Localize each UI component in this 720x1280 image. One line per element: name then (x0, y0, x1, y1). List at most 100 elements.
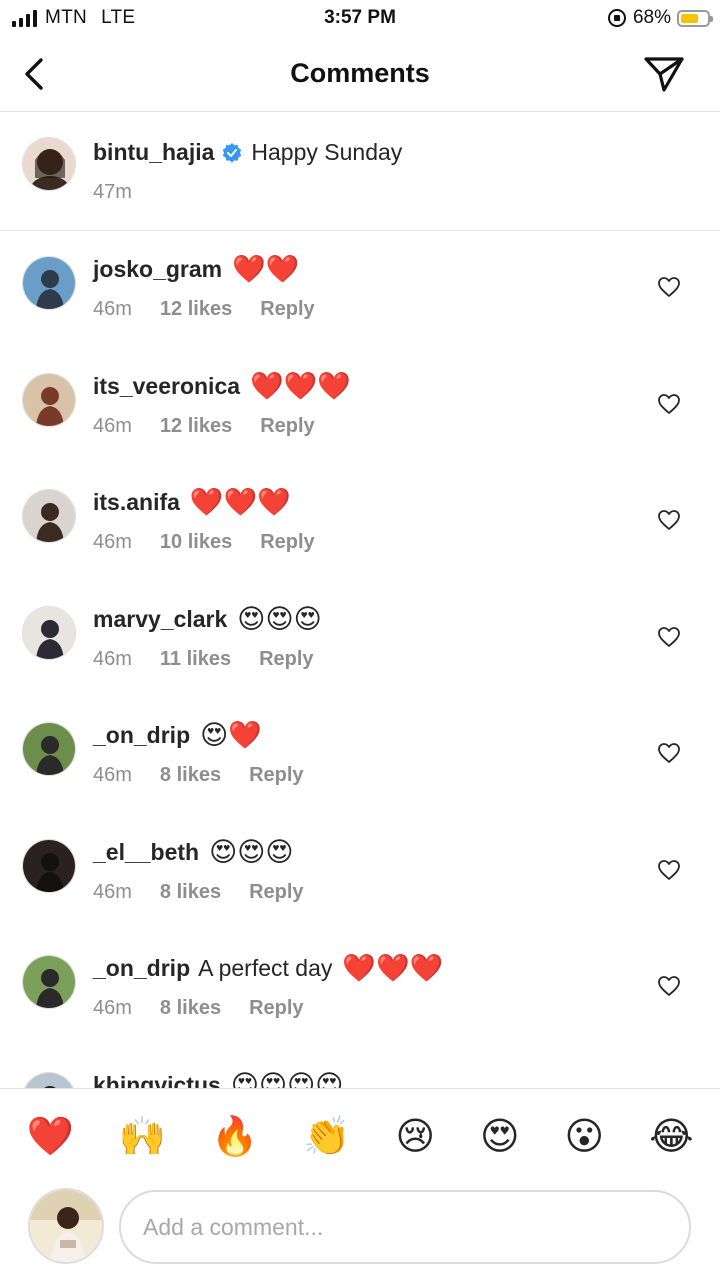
like-button[interactable] (657, 276, 683, 300)
comment-time: 46m (93, 298, 132, 320)
likes-count[interactable]: 8 likes (160, 881, 221, 903)
comment-username[interactable]: _on_drip (93, 722, 190, 749)
avatar[interactable] (22, 838, 76, 893)
laughing-emoji-button[interactable]: 😂 (649, 1118, 693, 1156)
like-button[interactable] (657, 509, 683, 533)
reply-button[interactable]: Reply (260, 531, 314, 553)
comment-composer (0, 1184, 720, 1280)
post-caption: bintu_hajia Happy Sunday 47m (0, 113, 720, 231)
comment-time: 46m (93, 531, 132, 553)
like-button[interactable] (657, 626, 683, 650)
comment-line: khingvictus 😍😍😍😍 (93, 1069, 344, 1089)
comment-username[interactable]: khingvictus (93, 1072, 221, 1089)
heart-outline-icon (658, 743, 680, 763)
battery-fill (681, 13, 698, 23)
avatar[interactable] (22, 605, 76, 660)
avatar[interactable] (22, 1071, 76, 1088)
comment-item: josko_gram ❤️❤️ 46m 12 likes Reply (0, 232, 720, 348)
comment-time: 46m (93, 647, 132, 670)
fire-emoji-button[interactable]: 🔥 (211, 1118, 258, 1156)
page-title: Comments (290, 58, 430, 88)
comment-meta: 46m 12 likes Reply (93, 298, 343, 321)
comment-emojis: 😍❤️ (200, 720, 262, 750)
comment-time: 46m (93, 414, 132, 437)
comment-line: _on_drip 😍❤️ (93, 722, 262, 749)
comment-line: _el__beth 😍😍😍 (93, 836, 294, 867)
comment-item: khingvictus 😍😍😍😍 (0, 1048, 720, 1089)
likes-count[interactable]: 12 likes (160, 415, 232, 437)
likes-count[interactable]: 12 likes (160, 298, 232, 320)
avatar[interactable] (22, 955, 76, 1009)
comment-meta: 46m 12 likes Reply (93, 415, 343, 438)
caption-meta: 47m (93, 181, 160, 204)
like-button[interactable] (657, 742, 683, 766)
comment-time: 46m (93, 764, 132, 786)
likes-count[interactable]: 10 likes (160, 531, 232, 553)
comment-username[interactable]: josko_gram (93, 256, 222, 283)
comment-emojis: 😍😍😍😍 (230, 1069, 344, 1088)
heart-outline-icon (658, 859, 680, 880)
avatar[interactable] (22, 256, 76, 310)
raising-hands-emoji-button[interactable]: 🙌 (119, 1118, 166, 1156)
comment-username[interactable]: its.anifa (93, 489, 180, 516)
avatar[interactable] (22, 489, 76, 543)
quick-reactions-bar: ❤️ 🙌 🔥 👏 😢 😍 😮 😂 (0, 1088, 720, 1184)
comment-username[interactable]: its_veeronica (93, 373, 240, 400)
comment-item: marvy_clark 😍😍😍 46m 11 likes Reply (0, 582, 720, 698)
caption-text: Happy Sunday (251, 139, 403, 165)
heart-outline-icon (658, 976, 680, 996)
comment-line: its_veeronica ❤️❤️❤️ (93, 372, 351, 400)
like-button[interactable] (657, 859, 683, 883)
avatar[interactable] (22, 372, 76, 427)
comment-list[interactable]: josko_gram ❤️❤️ 46m 12 likes Reply its_veeron… (0, 232, 720, 1088)
comment-meta: 46m 11 likes Reply (93, 648, 342, 671)
comment-emojis: ❤️❤️❤️ (189, 487, 291, 517)
comment-item: its.anifa ❤️❤️❤️ 46m 10 likes Reply (0, 465, 720, 581)
my-avatar (28, 1188, 104, 1264)
reply-button[interactable]: Reply (260, 298, 314, 320)
comment-time: 46m (93, 997, 132, 1019)
likes-count[interactable]: 8 likes (160, 764, 221, 786)
reply-button[interactable]: Reply (249, 764, 303, 786)
comment-text: A perfect day (198, 955, 333, 981)
reply-button[interactable]: Reply (259, 648, 313, 670)
verified-badge-icon (223, 142, 242, 163)
caption-username[interactable]: bintu_hajia (93, 139, 214, 166)
surprised-emoji-button[interactable]: 😮 (565, 1118, 605, 1156)
clapping-emoji-button[interactable]: 👏 (303, 1118, 350, 1156)
comment-line: josko_gram ❤️❤️ (93, 256, 299, 283)
comment-meta: 46m 8 likes Reply (93, 881, 332, 904)
like-button[interactable] (657, 975, 683, 999)
like-button[interactable] (657, 393, 683, 417)
avatar[interactable] (22, 722, 76, 776)
reply-button[interactable]: Reply (260, 415, 314, 437)
comment-meta: 46m 10 likes Reply (93, 531, 343, 554)
orientation-lock-icon (607, 9, 626, 27)
reply-button[interactable]: Reply (249, 881, 303, 903)
comment-line: marvy_clark 😍😍😍 (93, 605, 322, 633)
avatar[interactable] (22, 137, 76, 191)
paper-plane-icon (644, 57, 684, 92)
comment-item: _el__beth 😍😍😍 46m 8 likes Reply (0, 815, 720, 931)
caption-line: bintu_hajia Happy Sunday (93, 139, 402, 166)
crying-emoji-button[interactable]: 😢 (395, 1118, 435, 1156)
comment-username[interactable]: _el__beth (93, 839, 199, 866)
red-heart-emoji-button[interactable]: ❤️ (26, 1118, 73, 1156)
comment-emojis: 😍😍😍 (209, 836, 294, 867)
caption-time: 47m (93, 181, 132, 203)
comment-item: _on_drip A perfect day ❤️❤️❤️ 46m 8 likes Rep… (0, 931, 720, 1047)
comment-emojis: ❤️❤️ (232, 254, 300, 284)
status-right: 68% (607, 7, 713, 29)
comment-input[interactable] (119, 1190, 691, 1264)
comment-username[interactable]: _on_drip (93, 955, 190, 982)
reply-button[interactable]: Reply (249, 997, 303, 1019)
likes-count[interactable]: 11 likes (160, 648, 231, 670)
likes-count[interactable]: 8 likes (160, 997, 221, 1019)
comment-line: _on_drip A perfect day ❤️❤️❤️ (93, 955, 443, 982)
heart-outline-icon (658, 626, 680, 647)
comment-username[interactable]: marvy_clark (93, 606, 227, 633)
battery-icon (677, 9, 713, 27)
share-button[interactable] (642, 54, 686, 94)
heart-eyes-emoji-button[interactable]: 😍 (480, 1118, 520, 1156)
status-bar: MTN LTE 3:57 PM 68% (0, 0, 720, 40)
